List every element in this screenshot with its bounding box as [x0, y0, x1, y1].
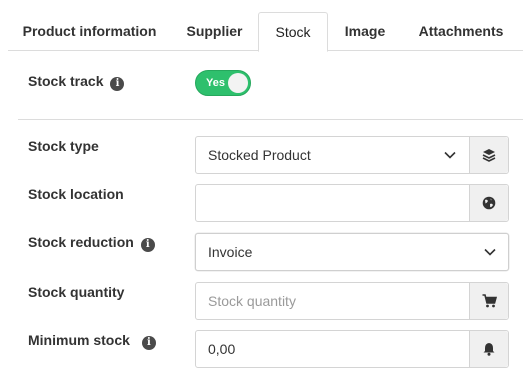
stock-location-addon[interactable] [469, 185, 508, 221]
layers-icon [482, 149, 496, 162]
stock-type-addon[interactable] [469, 137, 508, 173]
stock-quantity-label: Stock quantity [28, 284, 125, 300]
stock-location-label: Stock location [28, 186, 124, 202]
stock-track-toggle[interactable]: Yes [195, 70, 251, 96]
chevron-down-icon [484, 248, 496, 256]
stock-quantity-addon[interactable] [469, 283, 508, 319]
globe-icon [482, 196, 496, 210]
info-icon[interactable]: i [110, 77, 125, 91]
divider [18, 119, 523, 120]
minimum-stock-addon[interactable] [469, 331, 508, 367]
info-icon[interactable]: i [141, 336, 156, 350]
stock-reduction-select[interactable]: Invoice [195, 233, 509, 271]
stock-reduction-value: Invoice [208, 244, 253, 260]
toggle-label: Yes [206, 77, 225, 89]
stock-type-value: Stocked Product [208, 147, 311, 163]
info-icon[interactable]: i [140, 238, 155, 252]
stock-location-input[interactable] [195, 184, 509, 222]
tab-attachments[interactable]: Attachments [405, 12, 517, 51]
minimum-stock-input[interactable]: 0,00 [195, 330, 509, 368]
minimum-stock-label: Minimum stock [28, 332, 130, 348]
stock-type-label: Stock type [28, 138, 99, 154]
stock-track-label-row: Stock track i [28, 73, 125, 91]
tab-bar: Product information Supplier Stock Image… [8, 12, 523, 52]
tab-supplier[interactable]: Supplier [173, 12, 256, 51]
stock-quantity-input[interactable]: Stock quantity [195, 282, 509, 320]
toggle-knob [228, 73, 248, 93]
stock-reduction-label-row: Stock reduction i [28, 234, 155, 252]
tab-stock[interactable]: Stock [258, 12, 328, 52]
cart-icon [482, 294, 497, 308]
chevron-down-icon [444, 151, 456, 159]
stock-track-label: Stock track [28, 73, 104, 89]
stock-quantity-placeholder: Stock quantity [208, 293, 296, 309]
bell-icon [483, 343, 495, 356]
minimum-stock-label-row: Minimum stock i [28, 332, 156, 350]
stock-reduction-label: Stock reduction [28, 234, 134, 250]
stock-type-select[interactable]: Stocked Product [195, 136, 509, 174]
minimum-stock-value: 0,00 [208, 341, 236, 357]
tab-product-information[interactable]: Product information [8, 12, 171, 51]
tab-image[interactable]: Image [331, 12, 399, 51]
